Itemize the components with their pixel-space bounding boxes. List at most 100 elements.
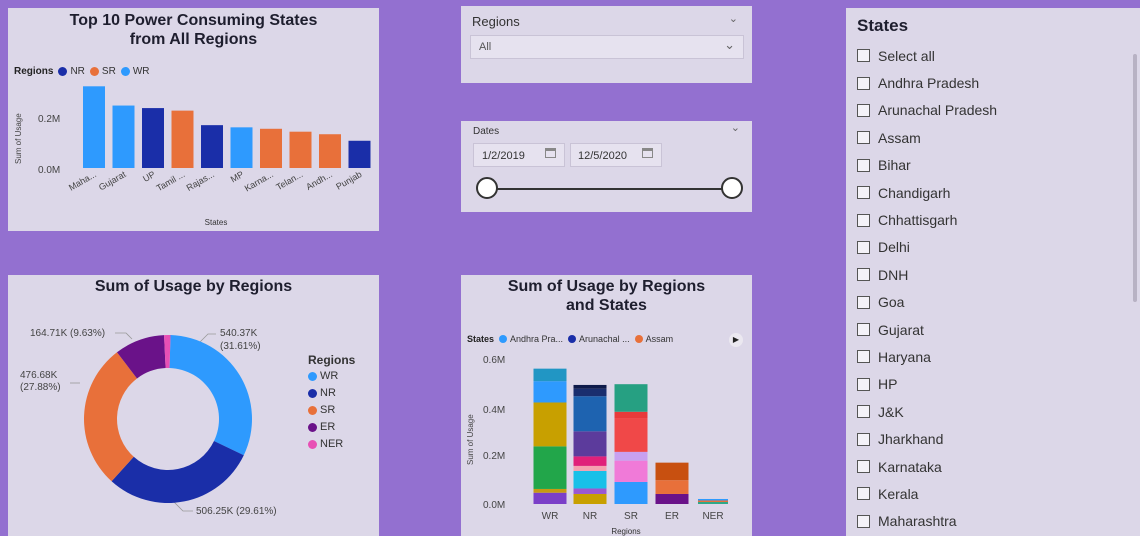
chevron-down-icon[interactable]: ⌄ (729, 12, 738, 25)
x-tick-label: Punjab (334, 169, 363, 192)
calendar-icon[interactable] (545, 148, 556, 158)
bar-3[interactable] (171, 110, 194, 168)
stack-segment[interactable] (573, 388, 607, 397)
state-option[interactable]: Bihar (857, 152, 1120, 179)
state-option[interactable]: Andhra Pradesh (857, 69, 1120, 96)
checkbox[interactable] (857, 350, 870, 364)
stack-segment[interactable] (533, 402, 567, 447)
region-dropdown[interactable]: All ⌄ (470, 35, 744, 59)
bar-4[interactable] (201, 125, 223, 168)
donut-legend-text: WR (320, 370, 339, 382)
bar-1[interactable] (112, 105, 135, 168)
stack-segment[interactable] (533, 381, 567, 403)
state-option[interactable]: HP (857, 371, 1120, 398)
bar-2[interactable] (142, 108, 164, 168)
state-option[interactable]: Maharashtra (857, 508, 1120, 535)
stack-segment[interactable] (655, 480, 689, 494)
stack-segment[interactable] (573, 396, 607, 432)
stacked-chart-card[interactable]: Sum of Usage by Regions and States State… (461, 275, 752, 536)
stack-segment[interactable] (533, 446, 567, 489)
bar-7[interactable] (289, 131, 312, 168)
top10-chart-card[interactable]: Top 10 Power Consuming States from All R… (8, 8, 379, 231)
calendar-icon[interactable] (642, 148, 653, 158)
stack-segment[interactable] (655, 462, 689, 481)
checkbox[interactable] (857, 295, 870, 309)
select-all-option[interactable]: Select all (857, 42, 1120, 69)
state-option[interactable]: Gujarat (857, 316, 1120, 343)
state-option[interactable]: Kerala (857, 480, 1120, 507)
donut-legend-item-ner: NER (308, 438, 355, 450)
stack-segment[interactable] (614, 460, 648, 482)
donut-slice-nr[interactable] (111, 440, 244, 503)
stack-segment[interactable] (533, 368, 567, 382)
chevron-down-icon[interactable]: ⌄ (731, 121, 740, 134)
state-option[interactable]: J&K (857, 398, 1120, 425)
stack-segment[interactable] (533, 488, 567, 493)
state-option[interactable]: Haryana (857, 343, 1120, 370)
dropdown-chevron-icon: ⌄ (724, 37, 735, 52)
checkbox[interactable] (857, 49, 870, 63)
stack-segment[interactable] (614, 418, 648, 452)
bar-0[interactable] (83, 86, 105, 168)
state-option[interactable]: DNH (857, 261, 1120, 288)
date-range-start-handle[interactable] (476, 177, 498, 199)
donut-legend-item-sr: SR (308, 404, 355, 416)
checkbox[interactable] (857, 405, 870, 419)
stack-segment[interactable] (533, 492, 567, 504)
donut-slice-wr[interactable] (169, 335, 253, 456)
state-option[interactable]: Karnataka (857, 453, 1120, 480)
x-tick-label: NR (583, 511, 597, 522)
stack-segment[interactable] (573, 384, 607, 389)
stack-segment[interactable] (573, 431, 607, 457)
stack-segment[interactable] (573, 488, 607, 494)
checkbox[interactable] (857, 323, 870, 337)
end-date-value: 12/5/2020 (578, 150, 627, 162)
checkbox[interactable] (857, 103, 870, 117)
stack-segment[interactable] (698, 498, 728, 501)
stack-segment[interactable] (573, 470, 607, 489)
stack-segment[interactable] (573, 465, 607, 471)
checkbox[interactable] (857, 514, 870, 528)
donut-label-sr-pct: (27.88%) (20, 382, 61, 393)
checkbox[interactable] (857, 213, 870, 227)
checkbox[interactable] (857, 268, 870, 282)
checkbox[interactable] (857, 460, 870, 474)
donut-chart-card[interactable]: Sum of Usage by Regions 164.71K (9.63%) … (8, 275, 379, 536)
end-date-input[interactable]: 12/5/2020 (570, 143, 662, 167)
stack-segment[interactable] (573, 456, 607, 466)
stack-segment[interactable] (573, 493, 607, 504)
checkbox[interactable] (857, 76, 870, 90)
stacked-ytick-06: 0.6M (483, 355, 505, 366)
states-scrollbar[interactable] (1133, 54, 1137, 302)
bar-9[interactable] (348, 140, 371, 168)
stack-segment[interactable] (614, 411, 648, 419)
checkbox[interactable] (857, 432, 870, 446)
stack-segment[interactable] (614, 384, 648, 412)
checkbox[interactable] (857, 487, 870, 501)
checkbox[interactable] (857, 186, 870, 200)
checkbox[interactable] (857, 158, 870, 172)
state-option[interactable]: Delhi (857, 234, 1120, 261)
stack-segment[interactable] (614, 481, 648, 504)
stack-segment[interactable] (698, 501, 728, 504)
bar-5[interactable] (230, 127, 253, 168)
donut-slice-sr[interactable] (84, 352, 138, 482)
checkbox[interactable] (857, 131, 870, 145)
state-option[interactable]: Jharkhand (857, 425, 1120, 452)
date-range-end-handle[interactable] (721, 177, 743, 199)
checkbox[interactable] (857, 240, 870, 254)
start-date-input[interactable]: 1/2/2019 (473, 143, 565, 167)
state-option-label: Kerala (878, 485, 919, 502)
stack-segment[interactable] (614, 451, 648, 461)
state-option[interactable]: Chandigarh (857, 179, 1120, 206)
bar-6[interactable] (260, 128, 282, 168)
state-option[interactable]: Arunachal Pradesh (857, 97, 1120, 124)
stack-segment[interactable] (655, 493, 689, 504)
state-option-label: Chhattisgarh (878, 212, 958, 229)
state-option[interactable]: Chhattisgarh (857, 206, 1120, 233)
stack-segment[interactable] (698, 500, 728, 502)
bar-8[interactable] (319, 134, 341, 168)
checkbox[interactable] (857, 377, 870, 391)
state-option[interactable]: Assam (857, 124, 1120, 151)
state-option[interactable]: Goa (857, 289, 1120, 316)
